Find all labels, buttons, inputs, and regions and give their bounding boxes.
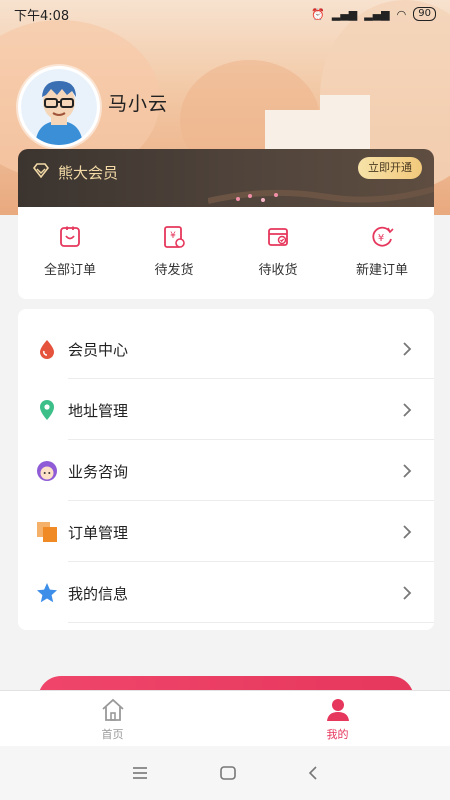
status-time: 下午4:08: [14, 8, 70, 24]
order-shortcut-label: 待发货: [154, 263, 194, 278]
new-order-icon: ¥: [372, 226, 394, 247]
back-icon[interactable]: [307, 765, 319, 781]
menu-item-label: 订单管理: [68, 523, 129, 542]
order-shortcut-label: 待收货: [258, 263, 298, 278]
vip-activate-button[interactable]: 立即开通: [358, 157, 422, 179]
member-drop-icon: [40, 340, 54, 359]
chevron-right-icon: [403, 586, 412, 600]
location-pin-icon: [40, 400, 54, 420]
divider: [68, 561, 434, 562]
system-navigation-bar: [0, 746, 450, 800]
avatar-image: [21, 69, 97, 145]
chevron-right-icon: [403, 342, 412, 356]
svg-text:¥: ¥: [378, 233, 384, 244]
star-icon: [37, 583, 57, 603]
menu-list: 会员中心 地址管理 业务咨询 订单管理 我的信息: [18, 309, 434, 630]
divider: [68, 439, 434, 440]
menu-icon[interactable]: [131, 766, 149, 780]
menu-item-member-center[interactable]: 会员中心: [18, 319, 434, 379]
copy-orders-icon: [37, 522, 57, 542]
menu-item-label: 我的信息: [68, 584, 129, 603]
svg-text:¥: ¥: [170, 231, 176, 241]
menu-item-order-management[interactable]: 订单管理: [18, 502, 434, 562]
signal-icon: ▂▄▆: [331, 7, 358, 21]
divider: [68, 500, 434, 501]
order-shortcut-label: 全部订单: [43, 263, 96, 278]
divider: [68, 622, 434, 623]
alarm-icon: ⏰: [311, 7, 325, 21]
order-list-icon: [60, 226, 80, 247]
chevron-right-icon: [403, 525, 412, 539]
vip-banner[interactable]: 熊大会员 立即开通: [18, 149, 434, 207]
signal-icon: ▂▄▆: [364, 7, 390, 21]
order-shortcut-pending-ship[interactable]: ¥ 待发货: [122, 207, 226, 299]
menu-item-label: 地址管理: [68, 401, 129, 420]
bottom-tab-bar: 首页 我的: [0, 690, 450, 747]
menu-item-my-info[interactable]: 我的信息: [18, 563, 434, 623]
chevron-right-icon: [403, 403, 412, 417]
order-shortcut-new[interactable]: ¥ 新建订单: [330, 207, 434, 299]
menu-item-label: 会员中心: [68, 340, 129, 359]
menu-item-label: 业务咨询: [68, 462, 129, 481]
decorative-branch-icon: [208, 186, 434, 204]
order-shortcuts: 全部订单 ¥ 待发货 待收货 ¥ 新建订单: [18, 207, 434, 299]
battery-level: 90: [413, 7, 436, 21]
home-icon: [101, 698, 124, 721]
user-icon: [326, 699, 349, 721]
wifi-icon: ◠: [396, 7, 407, 21]
consult-person-icon: [37, 461, 57, 481]
username: 马小云: [108, 93, 169, 115]
order-shortcut-pending-receive[interactable]: 待收货: [226, 207, 330, 299]
tab-label: 首页: [101, 728, 124, 741]
tab-home[interactable]: 首页: [0, 691, 225, 747]
avatar[interactable]: [18, 66, 100, 148]
tab-mine[interactable]: 我的: [225, 691, 450, 747]
tab-label: 我的: [326, 728, 349, 741]
home-square-icon[interactable]: [219, 765, 237, 781]
pending-ship-icon: ¥: [164, 226, 185, 248]
menu-item-address[interactable]: 地址管理: [18, 380, 434, 440]
diamond-icon: [32, 163, 50, 179]
chevron-right-icon: [403, 464, 412, 478]
menu-item-consult[interactable]: 业务咨询: [18, 441, 434, 501]
divider: [68, 378, 434, 379]
order-shortcut-all[interactable]: 全部订单: [18, 207, 122, 299]
status-bar: 下午4:08 ⏰ ▂▄▆ ▂▄▆ ◠ 90: [0, 0, 450, 28]
pending-receive-icon: [268, 228, 288, 246]
vip-title: 熊大会员: [58, 164, 119, 182]
order-shortcut-label: 新建订单: [355, 263, 408, 278]
